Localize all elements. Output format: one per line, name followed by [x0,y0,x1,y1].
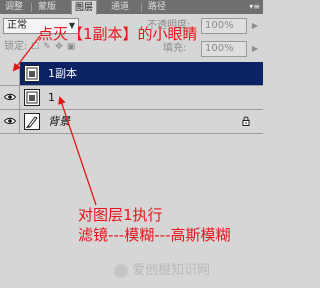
eye-icon [4,117,16,125]
layer-name: 1副本 [48,67,77,80]
tab-adjustments[interactable]: 调整 [2,1,26,14]
fill-field[interactable]: 100% ▶ [201,41,258,57]
tab-divider [31,3,32,12]
chevron-right-icon[interactable]: ▶ [252,19,258,33]
fill-label: 填充: [163,43,187,54]
chevron-right-icon[interactable]: ▶ [252,42,258,56]
fill-value: 100% [205,43,234,54]
chevron-down-icon: ▼ [68,21,75,30]
annotation-bottom-line1: 对图层1执行 [78,206,163,224]
annotation-bottom-line2: 滤镜---模糊---高斯模糊 [78,226,231,244]
lock-transparent-pixels-icon[interactable]: ☐ [30,42,40,52]
lock-image-pixels-icon[interactable]: ✎ [42,42,52,52]
tab-paths[interactable]: 路径 [145,1,169,14]
visibility-toggle[interactable] [0,110,20,133]
layer-thumbnail-icon [24,65,40,82]
lock-icon [242,116,250,126]
tab-layers[interactable]: 图层 [71,0,98,15]
visibility-toggle[interactable] [0,86,20,109]
opacity-value: 100% [205,20,234,31]
layer-name: 1 [48,91,55,104]
watermark-logo [114,264,128,278]
layer-row-1[interactable]: 1 [0,86,263,110]
layer-row-1-copy[interactable]: 1副本 [0,62,263,86]
blend-mode-select[interactable]: 正常 ▼ [3,18,79,34]
tab-divider [141,3,142,12]
background-brush-icon [24,113,40,130]
opacity-field[interactable]: 100% ▶ [201,18,258,34]
layer-list: 1副本 1 背景 [0,62,263,134]
lock-position-icon[interactable]: ✥ [54,42,64,52]
opacity-label: 不透明度: [147,20,191,31]
tab-masks[interactable]: 蒙版 [35,1,59,14]
layer-thumbnail-icon [24,89,40,106]
lock-all-icon[interactable]: ▣ [66,42,76,52]
watermark-text: 爱创根知识网 [132,263,211,278]
panel-menu-icon[interactable]: ▾≡ [249,2,260,12]
panel-tab-bar: 调整 蒙版 图层 通道 路径 ▾≡ [0,0,263,15]
eye-icon [4,93,16,101]
layer-row-background[interactable]: 背景 [0,110,263,134]
blend-mode-value: 正常 [7,20,27,31]
visibility-toggle[interactable] [0,62,20,85]
layer-name: 背景 [48,115,70,128]
lock-label: 锁定: [4,41,28,52]
layers-panel: 调整 蒙版 图层 通道 路径 ▾≡ 正常 ▼ 不透明度: 100% ▶ 锁定: … [0,0,263,288]
tab-channels[interactable]: 通道 [108,1,132,14]
